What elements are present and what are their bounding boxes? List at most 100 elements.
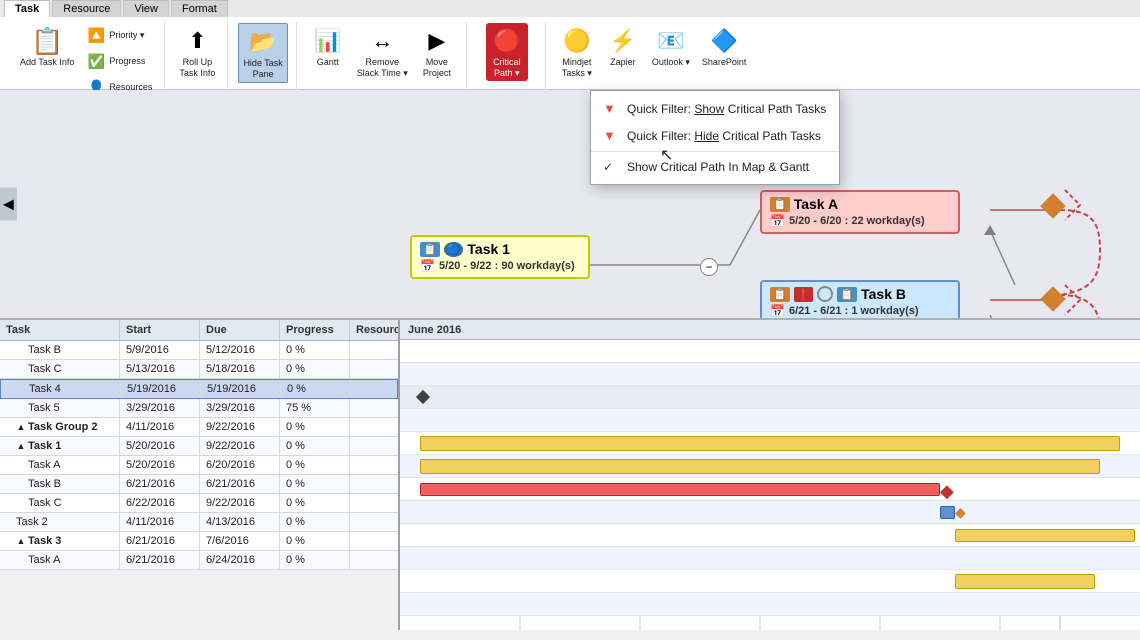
gantt-row: ◆ [400, 501, 1140, 524]
move-project-button[interactable]: ▶ MoveProject [416, 23, 458, 81]
sharepoint-button[interactable]: 🔷 SharePoint [698, 23, 751, 70]
table-row[interactable]: Task A 5/20/2016 6/20/2016 0 % [0, 456, 398, 475]
table-row[interactable]: Task B 6/21/2016 6/21/2016 0 % [0, 475, 398, 494]
dropdown-item-show-filter[interactable]: ▼ Quick Filter: Show Critical Path Tasks [591, 95, 839, 122]
collapse-button[interactable]: − [700, 258, 718, 276]
taskA-node: 📋 Task A 📅 5/20 - 6/20 : 22 workday(s) [760, 190, 960, 234]
add-task-icon: 📋 [31, 25, 63, 57]
row-start: 6/22/2016 [120, 494, 200, 512]
row-progress: 0 % [280, 418, 350, 436]
hide-task-pane-button[interactable]: 📂 Hide TaskPane [238, 23, 287, 83]
connector-b-right [1040, 286, 1065, 311]
priority-button[interactable]: 🔼 Priority ▾ [82, 23, 156, 47]
taskB-node: 📋 ❗ 📋 Task B 📅 6/21 - 6/21 : 1 workday(s… [760, 280, 960, 320]
task-a-right-connector: ◆ [940, 481, 954, 502]
table-row[interactable]: Task C 6/22/2016 9/22/2016 0 % [0, 494, 398, 513]
gantt-chart: June 2016 [400, 320, 1140, 630]
row-task-name: Task 5 [0, 399, 120, 417]
row-start: 5/9/2016 [120, 341, 200, 359]
calendar-icon-b: 📅 [770, 304, 785, 318]
sharepoint-label: SharePoint [702, 57, 747, 68]
table-row[interactable]: Task 5 3/29/2016 3/29/2016 75 % [0, 399, 398, 418]
gantt-chart-header: June 2016 [400, 320, 1140, 340]
progress-button[interactable]: ✅ Progress [82, 49, 156, 73]
mindjet-tasks-button[interactable]: 🟡 MindjetTasks ▾ [556, 23, 598, 81]
table-row[interactable]: Task C 5/13/2016 5/18/2016 0 % [0, 360, 398, 379]
row-start: 4/11/2016 [120, 418, 200, 436]
col-header-start: Start [120, 320, 200, 340]
tab-task[interactable]: Task [4, 0, 50, 17]
row-task-name: Task 4 [1, 380, 121, 398]
remove-slack-time-button[interactable]: ↔ RemoveSlack Time ▾ [353, 23, 412, 81]
gantt-button[interactable]: 📊 Gantt [307, 23, 349, 70]
task-table: Task Start Due Progress Resourc... Task … [0, 320, 400, 630]
taskB-dates: 📅 6/21 - 6/21 : 1 workday(s) [770, 304, 919, 318]
task1-header: 📋 🔵 Task 1 [420, 241, 510, 257]
tab-view[interactable]: View [123, 0, 169, 17]
row-start: 6/21/2016 [120, 532, 200, 550]
gantt-row: ◆ [400, 478, 1140, 501]
critical-path-button[interactable]: 🔴 CriticalPath ▾ [486, 23, 528, 81]
connector-a-right [1040, 193, 1065, 218]
move-project-label: MoveProject [423, 57, 451, 79]
gantt-bar-yellow [420, 436, 1120, 451]
row-resource [350, 494, 400, 512]
calendar-icon-a: 📅 [770, 214, 785, 228]
task1-label: Task 1 [467, 241, 510, 257]
row-resource [350, 418, 400, 436]
row-due: 5/12/2016 [200, 341, 280, 359]
row-progress: 0 % [280, 437, 350, 455]
gantt-row [400, 570, 1140, 593]
dropdown-show-map-text: Show Critical Path In Map & Gantt [627, 160, 809, 174]
row-task-name: Task C [0, 494, 120, 512]
collapse-icon[interactable]: ▲ [16, 441, 26, 451]
progress-icon: ✅ [86, 51, 106, 71]
mindjet-icon: 🟡 [561, 25, 593, 57]
dropdown-item-show-map[interactable]: ✓ Show Critical Path In Map & Gantt [591, 154, 839, 180]
add-task-info-button[interactable]: 📋 Add Task Info [16, 23, 78, 70]
table-row-group[interactable]: ▲Task Group 2 4/11/2016 9/22/2016 0 % [0, 418, 398, 437]
outlook-button[interactable]: 📧 Outlook ▾ [648, 23, 694, 70]
row-start: 6/21/2016 [120, 475, 200, 493]
ribbon: Task Resource View Format 📋 Add Task Inf… [0, 0, 1140, 90]
outlook-label: Outlook ▾ [652, 57, 690, 68]
row-task-name: Task 2 [0, 513, 120, 531]
gantt-bar-task3 [955, 574, 1095, 589]
table-row[interactable]: Task 2 4/11/2016 4/13/2016 0 % [0, 513, 398, 532]
tab-resource[interactable]: Resource [52, 0, 121, 17]
row-resource [350, 437, 400, 455]
scroll-left-button[interactable]: ◀ [0, 188, 17, 221]
roll-up-button[interactable]: ⬆ Roll UpTask Info [175, 23, 219, 81]
row-task-name: Task A [0, 551, 120, 569]
row-resource [350, 360, 400, 378]
tab-format[interactable]: Format [171, 0, 228, 17]
gantt-milestone [416, 390, 430, 404]
gantt-area: Task Start Due Progress Resourc... Task … [0, 320, 1140, 630]
table-row[interactable]: Task A 6/21/2016 6/24/2016 0 % [0, 551, 398, 570]
row-start: 5/20/2016 [120, 437, 200, 455]
dropdown-item-hide-filter[interactable]: ▼ Quick Filter: Hide Critical Path Tasks [591, 122, 839, 149]
row-progress: 0 % [280, 456, 350, 474]
gantt-row [400, 547, 1140, 570]
row-task-name: Task B [0, 341, 120, 359]
row-progress: 0 % [280, 551, 350, 569]
row-due: 6/24/2016 [200, 551, 280, 569]
collapse-icon[interactable]: ▲ [16, 536, 26, 546]
table-row-group[interactable]: ▲Task 3 6/21/2016 7/6/2016 0 % [0, 532, 398, 551]
row-start: 6/21/2016 [120, 551, 200, 569]
mindjet-label: MindjetTasks ▾ [562, 57, 592, 79]
table-row-group[interactable]: ▲Task 1 5/20/2016 9/22/2016 0 % [0, 437, 398, 456]
collapse-icon[interactable]: ▲ [16, 422, 26, 432]
zapier-button[interactable]: ⚡ Zapier [602, 23, 644, 70]
col-header-task: Task [0, 320, 120, 340]
sharepoint-icon: 🔷 [708, 25, 740, 57]
taskA-date-text: 5/20 - 6/20 : 22 workday(s) [789, 215, 925, 227]
row-due: 6/20/2016 [200, 456, 280, 474]
table-row[interactable]: Task B 5/9/2016 5/12/2016 0 % [0, 341, 398, 360]
rollup-icon: ⬆ [181, 25, 213, 57]
row-resource [350, 456, 400, 474]
task1-icon2: 🔵 [444, 242, 464, 257]
taskA-dates: 📅 5/20 - 6/20 : 22 workday(s) [770, 214, 925, 228]
table-row-selected[interactable]: Task 4 5/19/2016 5/19/2016 0 % [0, 379, 398, 399]
gantt-label: Gantt [317, 57, 339, 68]
